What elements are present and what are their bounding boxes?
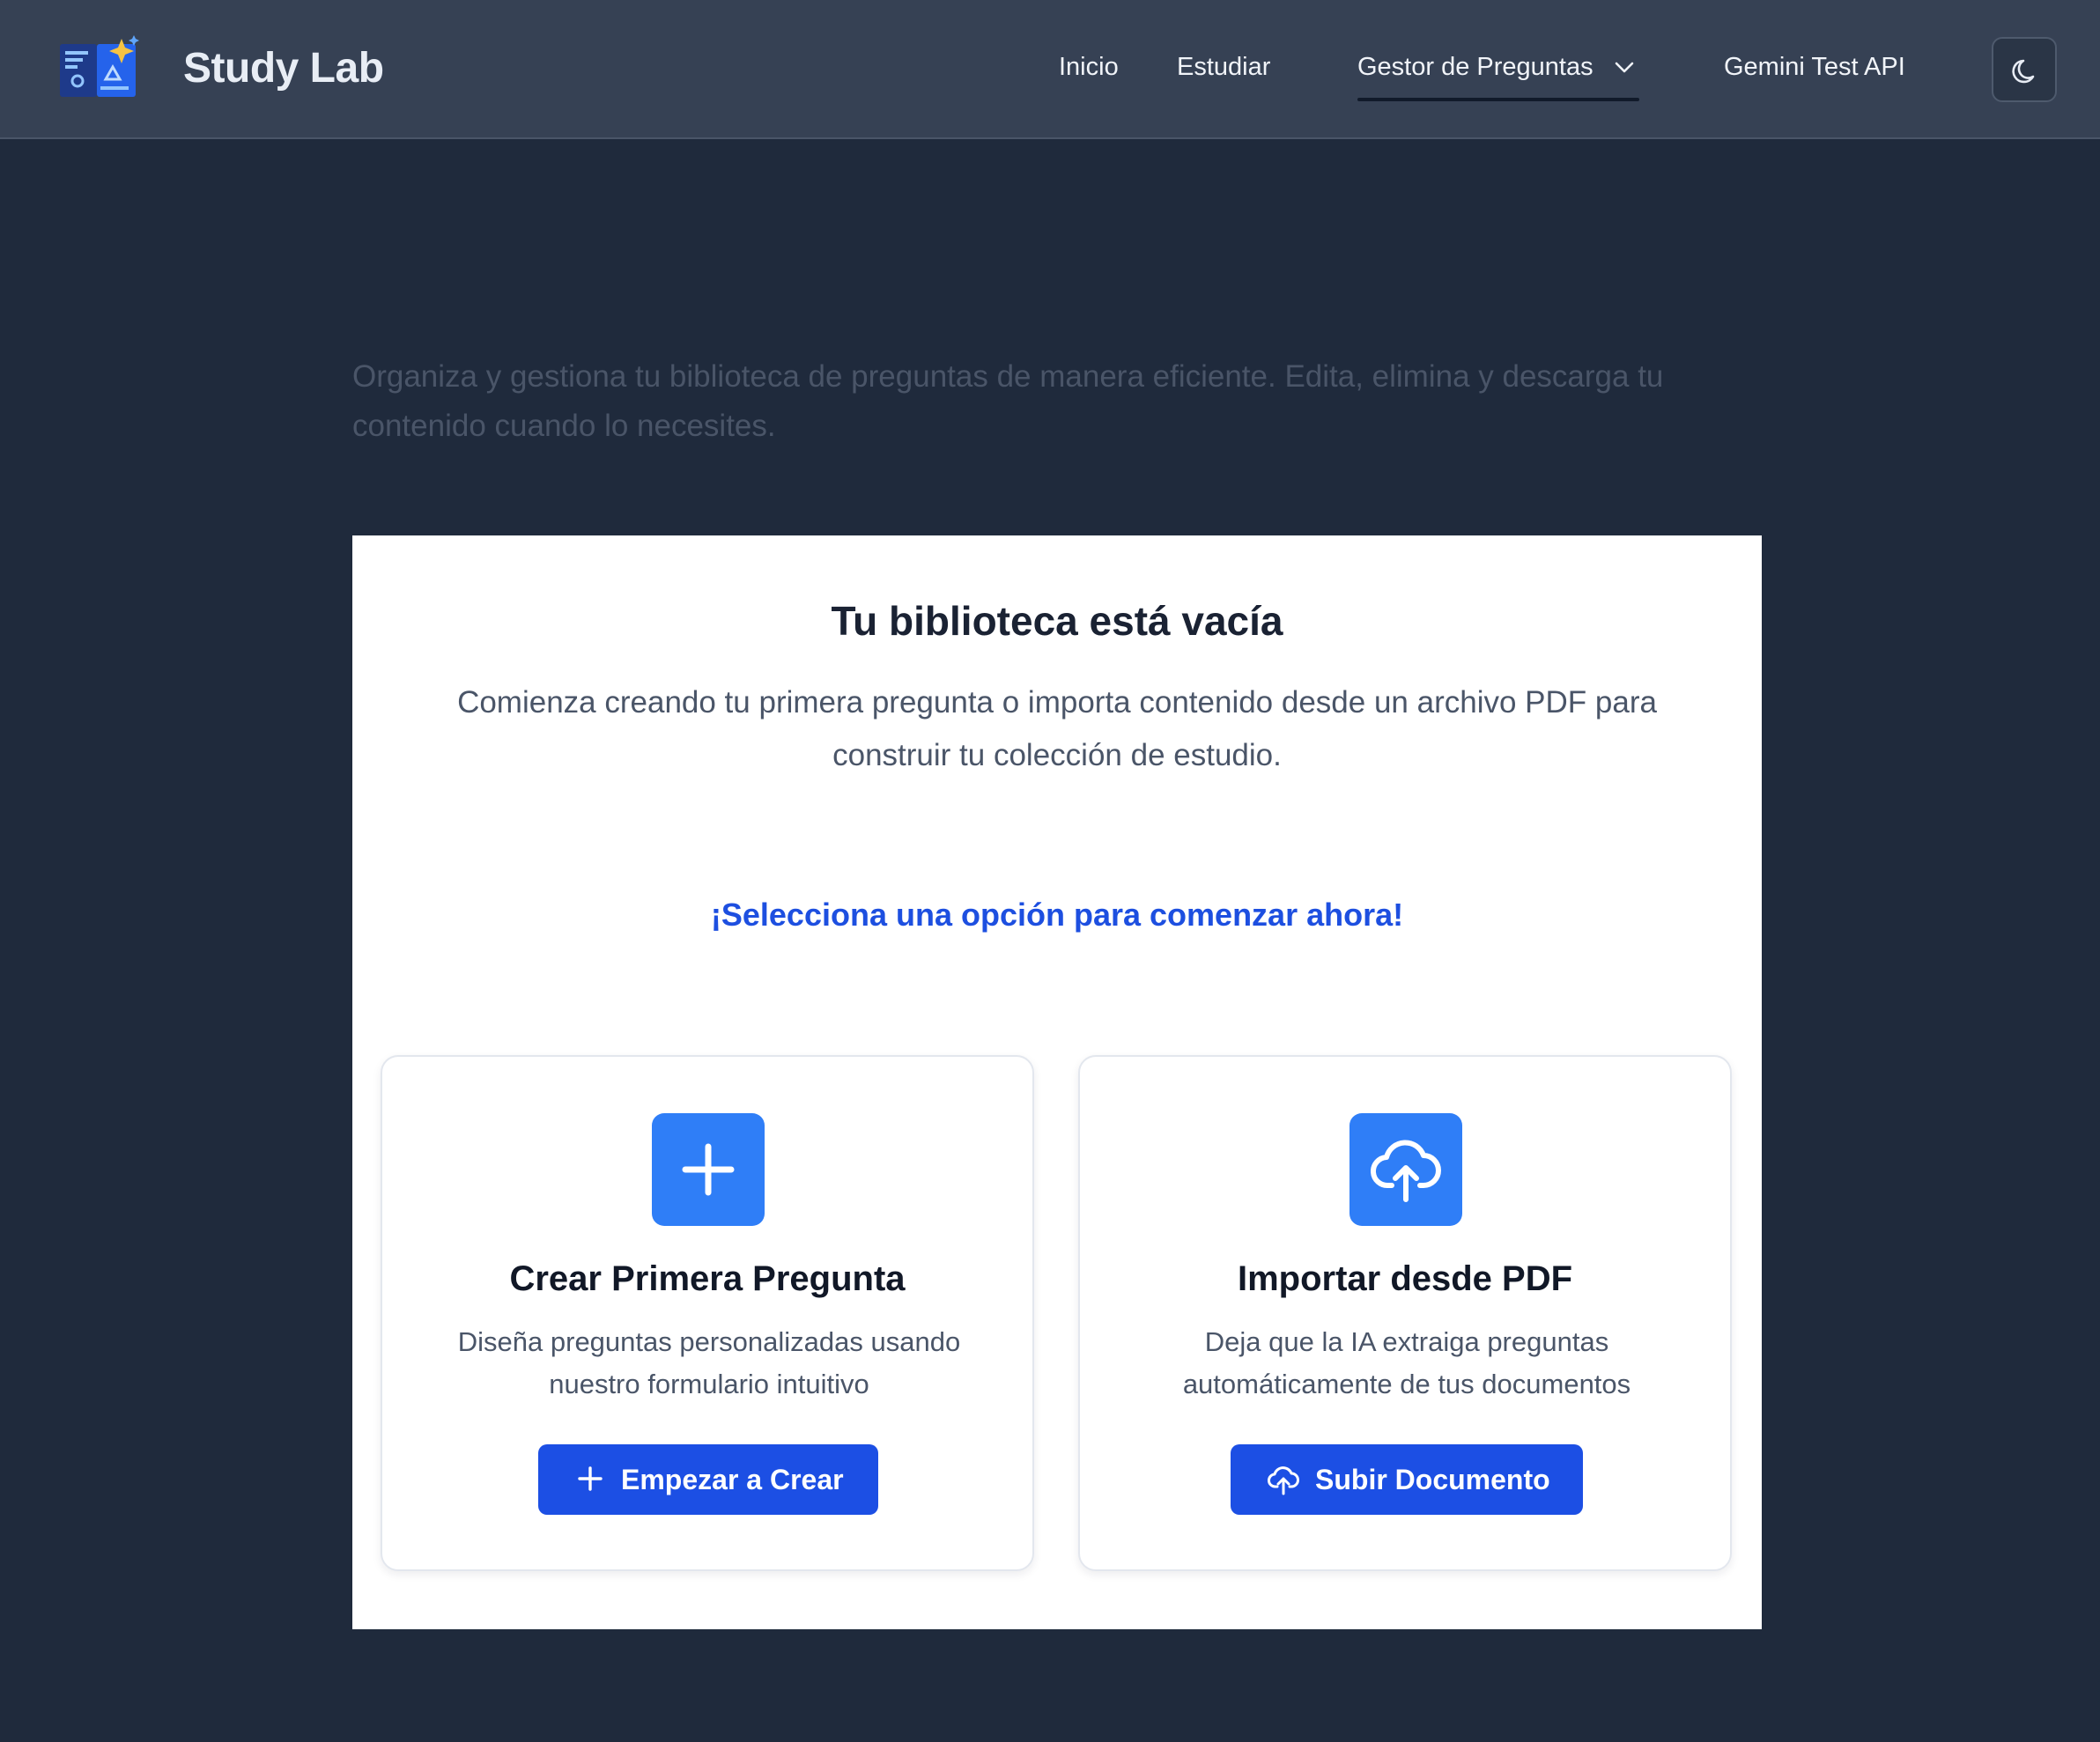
import-pdf-card[interactable]: Importar desde PDF Deja que la IA extrai… (1078, 1055, 1732, 1571)
plus-icon (577, 1465, 603, 1499)
chevron-down-icon[interactable] (1614, 60, 1635, 76)
card-title: Importar desde PDF (1237, 1259, 1573, 1298)
nav-gemini-test-api[interactable]: Gemini Test API (1724, 53, 1905, 82)
button-label: Subir Documento (1315, 1464, 1550, 1495)
page-subtitle: Organiza y gestiona tu biblioteca de pre… (352, 359, 1664, 443)
card-description: Deja que la IA extraiga preguntas automá… (1182, 1326, 1631, 1399)
card-description: Diseña preguntas personalizadas usando n… (457, 1326, 961, 1399)
button-label: Empezar a Crear (621, 1464, 844, 1495)
empty-state-description: Comienza creando tu primera pregunta o i… (457, 685, 1657, 772)
create-question-card[interactable]: Crear Primera Pregunta Diseña preguntas … (381, 1055, 1034, 1571)
plus-icon (652, 1113, 765, 1226)
nav-estudiar[interactable]: Estudiar (1177, 53, 1270, 82)
empty-state-title: Tu biblioteca está vacía (831, 598, 1283, 644)
card-title: Crear Primera Pregunta (509, 1259, 906, 1298)
nav-gestor-de-preguntas[interactable]: Gestor de Preguntas (1357, 53, 1593, 82)
theme-toggle-button[interactable] (1992, 37, 2057, 102)
nav-inicio[interactable]: Inicio (1059, 53, 1119, 82)
empty-library-panel: Tu biblioteca está vacía Comienza creand… (352, 535, 1762, 1629)
book-sparkle-logo[interactable] (58, 35, 139, 100)
cloud-upload-icon (1268, 1462, 1299, 1502)
empty-state-cta: ¡Selecciona una opción para comenzar aho… (710, 897, 1404, 933)
top-navbar: Study Lab Inicio Estudiar Gestor de Preg… (0, 0, 2100, 139)
brand-name[interactable]: Study Lab (183, 44, 384, 92)
cloud-upload-icon (1349, 1113, 1462, 1226)
upload-document-button[interactable]: Subir Documento (1231, 1444, 1583, 1515)
active-nav-indicator (1357, 98, 1639, 101)
start-creating-button[interactable]: Empezar a Crear (538, 1444, 878, 1515)
